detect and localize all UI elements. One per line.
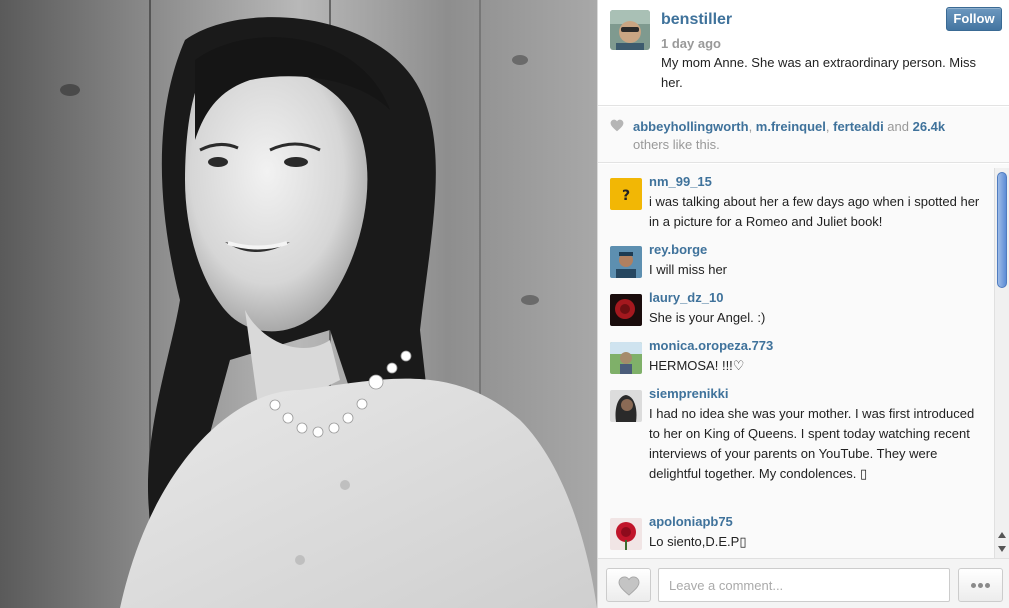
- post-timestamp: 1 day ago: [661, 36, 721, 51]
- post-photo[interactable]: [0, 0, 597, 608]
- likes-suffix: others like this.: [633, 137, 720, 152]
- likes-and: and: [883, 119, 913, 134]
- more-options-button[interactable]: [958, 568, 1003, 602]
- comment-text: She is your Angel. :): [649, 310, 766, 325]
- portrait-photo: [0, 0, 597, 608]
- commenter-avatar[interactable]: [610, 518, 642, 550]
- portrait-avatar-image: [610, 390, 642, 422]
- more-dots-icon: [978, 583, 983, 588]
- comment-username[interactable]: monica.oropeza.773: [649, 338, 773, 353]
- more-dots-icon: [985, 583, 990, 588]
- comment-text: I will miss her: [649, 262, 728, 277]
- post-header: benstiller 1 day ago My mom Anne. She wa…: [598, 0, 1009, 106]
- follow-button[interactable]: Follow: [946, 7, 1002, 31]
- liker-link[interactable]: m.freinquel: [756, 119, 826, 134]
- comment-username[interactable]: apoloniapb75: [649, 514, 733, 529]
- likes-count[interactable]: 26.4k: [913, 119, 946, 134]
- comment-username[interactable]: rey.borge: [649, 242, 707, 257]
- comment-username[interactable]: nm_99_15: [649, 174, 712, 189]
- comment-text: HERMOSA! !!!♡: [649, 358, 745, 373]
- commenter-avatar[interactable]: [610, 342, 642, 374]
- author-avatar-image: [610, 10, 650, 50]
- commenter-avatar[interactable]: [610, 390, 642, 422]
- comment-text: I had no idea she was your mother. I was…: [649, 406, 975, 481]
- commenter-avatar[interactable]: [610, 294, 642, 326]
- author-username[interactable]: benstiller: [661, 11, 732, 29]
- comment-username[interactable]: siemprenikki: [649, 386, 729, 401]
- comment-input[interactable]: [658, 568, 950, 602]
- red-rose-avatar-image: [610, 518, 642, 550]
- liker-link[interactable]: fertealdi: [833, 119, 884, 134]
- commenter-avatar[interactable]: [610, 246, 642, 278]
- more-dots-icon: [971, 583, 976, 588]
- likes-separator: ,: [748, 119, 756, 134]
- comments-list[interactable]: ? nm_99_15 i was talking about her a few…: [598, 164, 1009, 558]
- likes-text: abbeyhollingworth, m.freinquel, ferteald…: [633, 118, 963, 154]
- rose-avatar-image: [610, 294, 642, 326]
- landscape-avatar-image: [610, 342, 642, 374]
- scrollbar-thumb[interactable]: [997, 172, 1007, 288]
- scroll-up-arrow-icon[interactable]: [998, 532, 1006, 538]
- heart-icon: [618, 576, 640, 596]
- post-caption: My mom Anne. She was an extraordinary pe…: [661, 55, 977, 90]
- like-button[interactable]: [606, 568, 651, 602]
- person-avatar-image: [610, 246, 642, 278]
- comment-username[interactable]: laury_dz_10: [649, 290, 723, 305]
- liker-link[interactable]: abbeyhollingworth: [633, 119, 749, 134]
- author-avatar[interactable]: [610, 10, 650, 50]
- heart-icon: [610, 119, 624, 132]
- comments-scrollbar[interactable]: [994, 168, 1009, 558]
- svg-text:?: ?: [622, 188, 630, 204]
- post-details-panel: benstiller 1 day ago My mom Anne. She wa…: [597, 0, 1009, 608]
- comment-text: Lo siento,D.E.P▯: [649, 534, 747, 549]
- commenter-avatar[interactable]: ?: [610, 178, 642, 210]
- comment-text: i was talking about her a few days ago w…: [649, 194, 980, 229]
- likes-summary: abbeyhollingworth, m.freinquel, ferteald…: [598, 107, 1009, 163]
- comment-footer: [598, 558, 1009, 608]
- scroll-down-arrow-icon[interactable]: [998, 546, 1006, 552]
- yellow-avatar-image: ?: [610, 178, 642, 210]
